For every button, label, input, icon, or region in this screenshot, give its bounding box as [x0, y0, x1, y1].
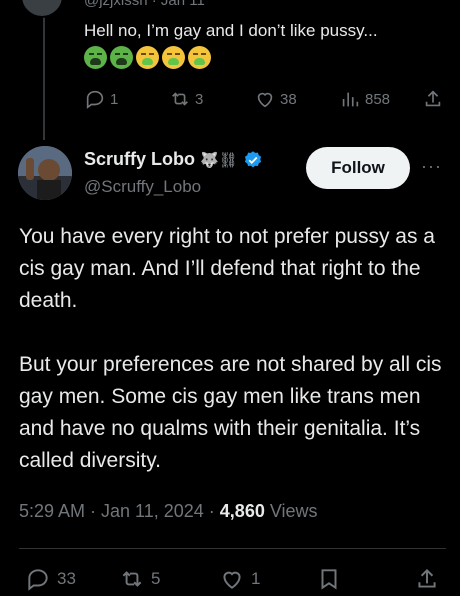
previous-like-count: 38: [280, 90, 297, 108]
verified-badge-icon: [244, 150, 261, 167]
views-chart-icon: [342, 92, 359, 107]
previous-author-avatar[interactable]: [20, 0, 64, 18]
author-avatar[interactable]: [18, 146, 72, 200]
tweet-paragraph-1: You have every right to not prefer pussy…: [19, 225, 435, 312]
heart-icon: [223, 571, 241, 589]
author-name-row: Scruffy Lobo 🐺⛓: [84, 149, 263, 170]
vomiting-face-icon: [162, 46, 185, 69]
share-button[interactable]: [414, 566, 440, 592]
tweet-text: You have every right to not prefer pussy…: [19, 221, 449, 477]
tweet-actions: 33 5 1: [19, 566, 446, 596]
reply-button[interactable]: 33: [25, 566, 76, 592]
previous-reply-button[interactable]: 1: [84, 88, 118, 110]
views-label: Views: [264, 501, 318, 521]
name-emojis: 🐺⛓: [200, 151, 238, 169]
repost-icon: [122, 571, 142, 587]
vomiting-face-icon: [136, 46, 159, 69]
previous-tweet-text: Hell no, I’m gay and I don’t like pussy.…: [84, 21, 378, 40]
emoji-row: [84, 46, 211, 69]
repost-icon: [172, 92, 188, 106]
reply-icon: [86, 90, 104, 109]
tweet-paragraph-2: But your preferences are not shared by a…: [19, 353, 442, 472]
reply-count: 33: [57, 569, 76, 588]
previous-views-count: 858: [365, 90, 391, 108]
views-count: 4,860: [219, 501, 265, 521]
previous-repost-button[interactable]: 3: [169, 88, 203, 110]
previous-author-handle[interactable]: @jzjxissn · Jan 11: [84, 0, 205, 9]
repost-button[interactable]: 5: [119, 566, 160, 592]
previous-reply-count: 1: [110, 90, 119, 108]
repost-count: 5: [151, 569, 161, 588]
nauseated-face-icon: [84, 46, 107, 69]
author-name[interactable]: Scruffy Lobo: [84, 149, 195, 170]
nauseated-face-icon: [110, 46, 133, 69]
like-count: 1: [251, 569, 261, 588]
thread-line: [43, 0, 45, 140]
author-handle[interactable]: @Scruffy_Lobo: [84, 177, 201, 197]
tweet-timestamp[interactable]: 5:29 AM · Jan 11, 2024 ·: [19, 501, 220, 521]
like-button[interactable]: 1: [219, 566, 260, 592]
previous-tweet-actions: 1 3 38 858: [84, 88, 444, 112]
divider: [19, 548, 446, 549]
previous-repost-count: 3: [195, 90, 204, 108]
tweet-meta: 5:29 AM · Jan 11, 2024 · 4,860 Views: [19, 501, 318, 522]
heart-icon: [257, 92, 273, 108]
previous-share-button[interactable]: [422, 88, 444, 110]
more-options-icon[interactable]: ···: [421, 156, 442, 177]
share-icon: [425, 90, 441, 107]
author-photo-icon: [18, 146, 72, 200]
previous-like-button[interactable]: 38: [254, 88, 297, 110]
reply-icon: [28, 569, 48, 591]
follow-button[interactable]: Follow: [306, 147, 410, 189]
previous-views-button[interactable]: 858: [339, 88, 390, 110]
share-icon: [418, 568, 436, 588]
vomiting-face-icon: [188, 46, 211, 69]
bookmark-icon: [321, 569, 337, 590]
bookmark-button[interactable]: [316, 566, 342, 592]
